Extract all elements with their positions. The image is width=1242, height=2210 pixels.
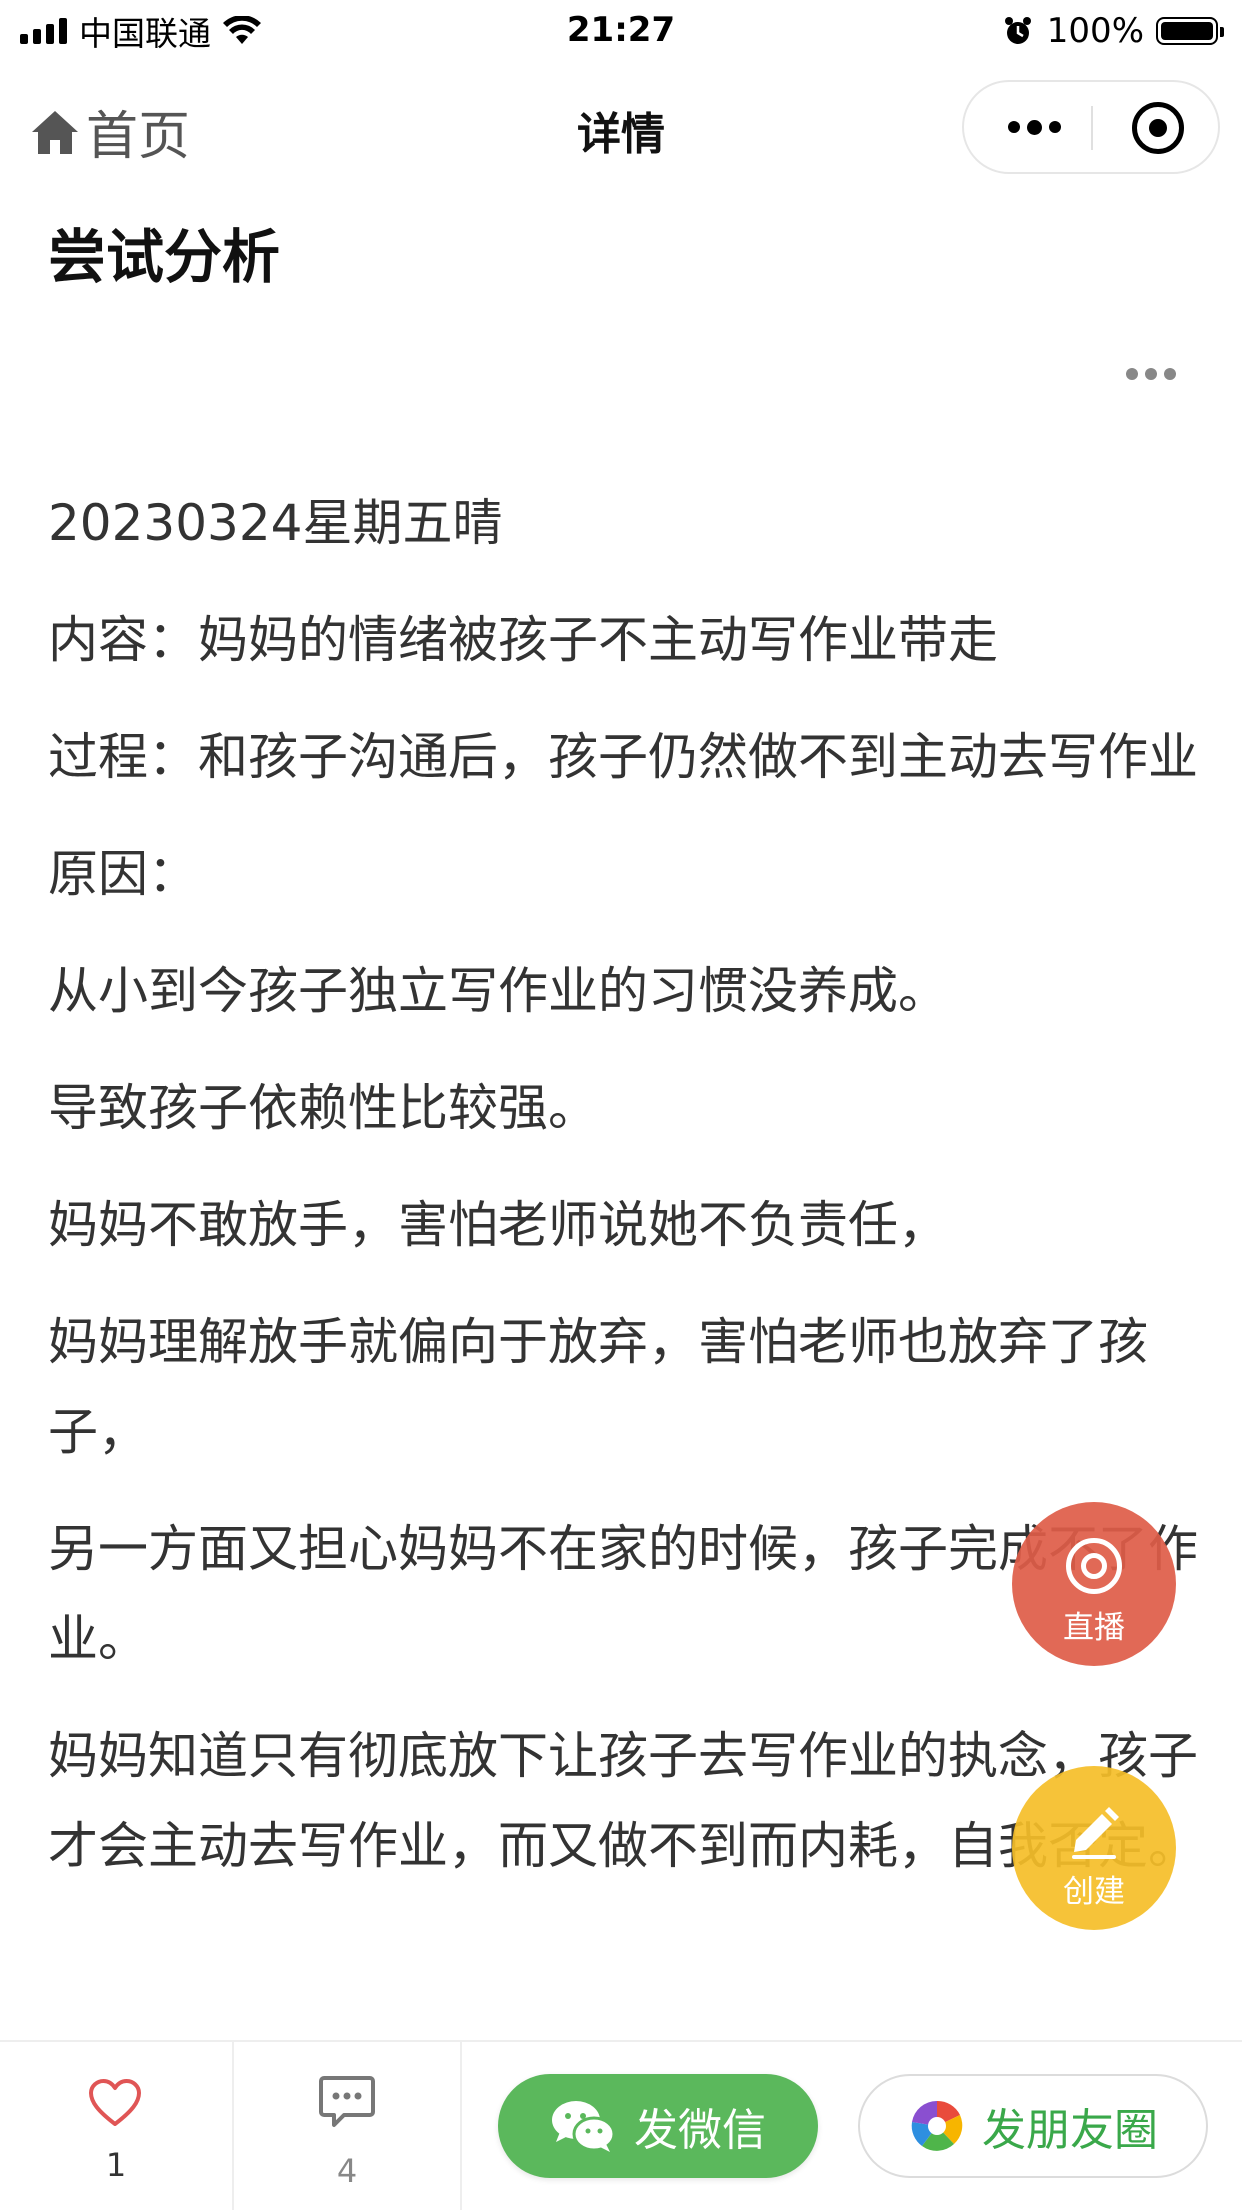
share-wechat-label: 发微信 bbox=[634, 2105, 766, 2156]
status-bar: 中国联通 21:27 100% bbox=[0, 0, 1242, 62]
paragraph-reason-1: 从小到今孩子独立写作业的习惯没养成。 bbox=[48, 962, 948, 1020]
share-moments-button[interactable]: 发朋友圈 bbox=[858, 2074, 1208, 2178]
live-label: 直播 bbox=[1063, 1610, 1125, 1646]
mini-program-capsule bbox=[962, 80, 1220, 174]
create-label: 创建 bbox=[1063, 1874, 1125, 1910]
live-button[interactable]: 直播 bbox=[1012, 1502, 1176, 1666]
alarm-icon bbox=[1004, 17, 1031, 44]
share-wechat-button[interactable]: 发微信 bbox=[498, 2074, 818, 2178]
comment-button[interactable]: 4 bbox=[232, 2042, 462, 2210]
create-button[interactable]: 创建 bbox=[1012, 1766, 1176, 1930]
status-right: 100% bbox=[1003, 10, 1224, 52]
live-icon bbox=[1066, 1538, 1122, 1594]
capsule-divider bbox=[1091, 106, 1093, 150]
nav-bar: 首页 详情 bbox=[0, 62, 1242, 192]
paragraph-reason-4: 妈妈理解放手就偏向于放弃，害怕老师也放弃了孩子， bbox=[48, 1313, 1148, 1461]
article-body: 20230324星期五晴 内容：妈妈的情绪被孩子不主动写作业带走 过程：和孩子沟… bbox=[48, 478, 1208, 1918]
paragraph-reason-2: 导致孩子依赖性比较强。 bbox=[48, 1079, 598, 1137]
bottom-bar: 1 4 发微信 发朋友圈 bbox=[0, 2040, 1242, 2210]
share-moments-label: 发朋友圈 bbox=[982, 2105, 1158, 2156]
moments-icon bbox=[911, 2100, 963, 2151]
battery-icon bbox=[1156, 17, 1224, 45]
paragraph-reason-heading: 原因： bbox=[48, 845, 198, 903]
more-icon[interactable] bbox=[1002, 82, 1066, 172]
paragraph-reason-3: 妈妈不敢放手，害怕老师说她不负责任， bbox=[48, 1196, 948, 1254]
comment-count: 4 bbox=[336, 2152, 358, 2190]
battery-percent: 100% bbox=[1046, 11, 1144, 51]
heart-icon bbox=[89, 2079, 141, 2126]
target-icon[interactable] bbox=[1132, 102, 1184, 154]
article-title: 尝试分析 bbox=[48, 223, 281, 291]
pencil-icon bbox=[1072, 1807, 1119, 1859]
like-count: 1 bbox=[105, 2146, 127, 2184]
paragraph-content: 内容：妈妈的情绪被孩子不主动写作业带走 bbox=[48, 611, 998, 669]
article-more-icon[interactable] bbox=[1126, 368, 1176, 380]
paragraph-date: 20230324星期五晴 bbox=[48, 494, 503, 552]
paragraph-process: 过程：和孩子沟通后，孩子仍然做不到主动去写作业 bbox=[48, 728, 1198, 786]
wechat-icon bbox=[552, 2101, 616, 2152]
comment-icon bbox=[319, 2076, 375, 2127]
like-button[interactable]: 1 bbox=[0, 2042, 232, 2210]
